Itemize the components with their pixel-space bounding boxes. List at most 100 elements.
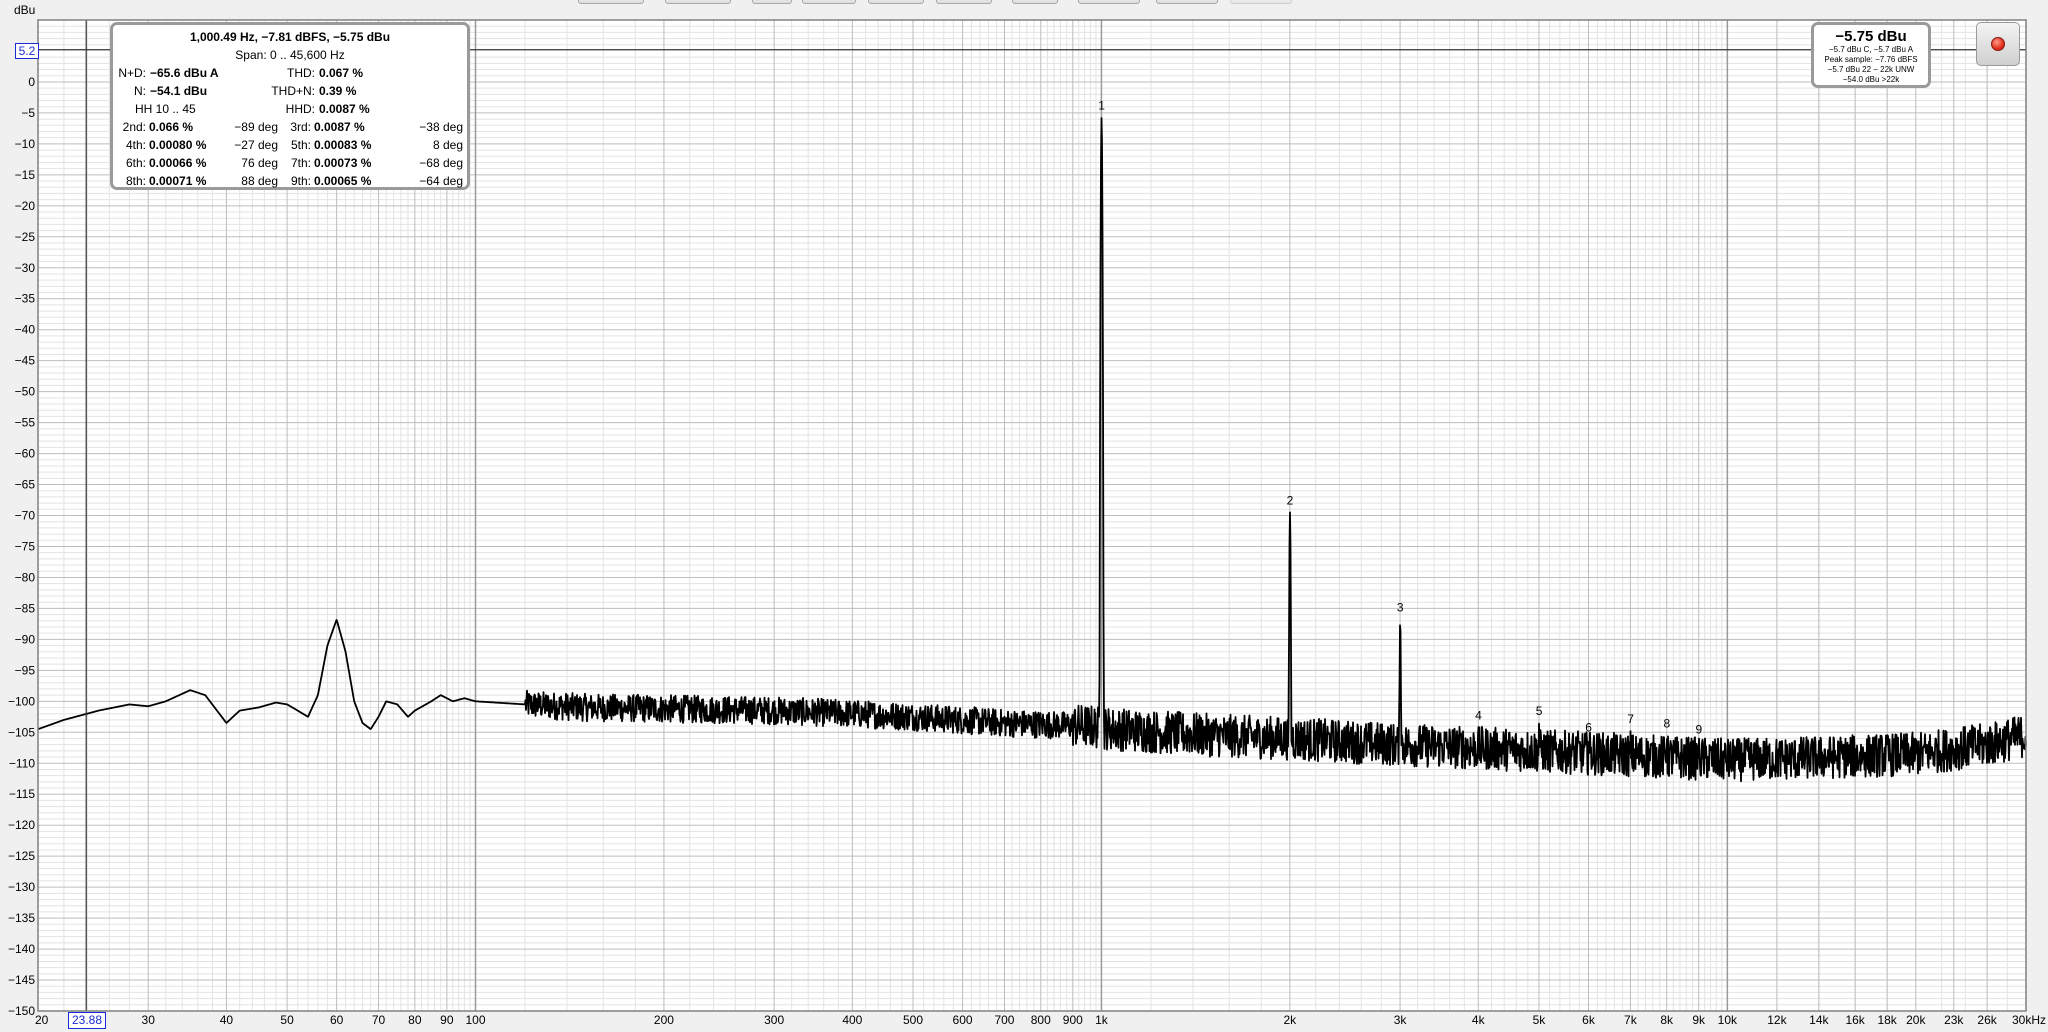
x-tick-label: 6k (1582, 1013, 1596, 1027)
measurement-label: HHD: (285, 102, 315, 116)
harmonic-marker-label: 1 (1098, 99, 1105, 113)
fundamental-readout: 1,000.49 Hz, −7.81 dBFS, −5.75 dBu (189, 30, 391, 44)
record-icon (1991, 37, 2005, 51)
harmonic-marker-label: 9 (1696, 723, 1703, 737)
y-tick-label: −5 (21, 106, 35, 120)
y-tick-label: −65 (15, 478, 36, 492)
x-tick-label: 50 (280, 1013, 294, 1027)
x-tick-label: 80 (408, 1013, 422, 1027)
x-tick-label: 8k (1660, 1013, 1674, 1027)
x-tick-label: 9k (1692, 1013, 1706, 1027)
y-tick-label: −40 (15, 323, 36, 337)
measurement-label: N+D: (118, 66, 146, 80)
toolbar-button[interactable] (936, 0, 992, 4)
record-button[interactable] (1976, 22, 2020, 66)
toolbar-button[interactable] (578, 0, 644, 4)
harmonic-phase: −68 deg (419, 156, 463, 170)
measurement-label: THD: (287, 66, 315, 80)
x-tick-label: 20 (35, 1013, 49, 1027)
x-tick-label: 5k (1533, 1013, 1547, 1027)
y-tick-label: −45 (15, 354, 36, 368)
toolbar-button[interactable] (1012, 0, 1058, 4)
harmonic-row: 6th: 0.00066 % 76 deg 7th: 0.00073 % −68… (113, 155, 467, 172)
toolbar-button[interactable] (802, 0, 856, 4)
y-tick-label: −140 (8, 942, 35, 956)
y-tick-label: −50 (15, 385, 36, 399)
level-line: −54.0 dBu >22k (1842, 75, 1900, 84)
measurement-row: HH 10 .. 45 HHD: 0.0087 % (113, 101, 467, 118)
x-tick-label: 30kHz (2012, 1013, 2046, 1027)
y-tick-label: −20 (15, 199, 36, 213)
x-tick-label: 10k (1718, 1013, 1738, 1027)
toolbar-button[interactable] (868, 0, 924, 4)
x-tick-label: 200 (654, 1013, 674, 1027)
measurement-row: N: −54.1 dBu THD+N: 0.39 % (113, 83, 467, 100)
y-tick-label: −125 (8, 849, 35, 863)
harmonic-marker-label: 4 (1475, 708, 1482, 722)
level-main-readout: −5.75 dBu (1835, 28, 1907, 45)
x-tick-label: 26k (1977, 1013, 1997, 1027)
cursor-y-readout[interactable]: 5.2 (15, 43, 39, 59)
y-tick-label: −30 (15, 261, 36, 275)
x-tick-label: 800 (1031, 1013, 1051, 1027)
harmonic-phase: 8 deg (432, 138, 463, 152)
y-tick-label: −95 (15, 663, 36, 677)
y-tick-label: −110 (9, 756, 35, 770)
y-tick-label: −35 (15, 292, 36, 306)
x-tick-label: 60 (330, 1013, 344, 1027)
cursor-x-readout[interactable]: 23.88 (68, 1012, 106, 1029)
toolbar-button[interactable] (1230, 0, 1292, 4)
x-tick-label: 20k (1906, 1013, 1926, 1027)
y-tick-label: −25 (15, 230, 36, 244)
y-tick-label: −135 (8, 911, 35, 925)
x-tick-label: 600 (953, 1013, 973, 1027)
measurement-row: N+D: −65.6 dBu A THD: 0.067 % (113, 65, 467, 82)
harmonic-phase: 76 deg (241, 156, 278, 170)
toolbar-button[interactable] (1078, 0, 1140, 4)
harmonic-phase: −64 deg (419, 174, 463, 188)
x-tick-label: 300 (764, 1013, 784, 1027)
x-tick-label: 700 (994, 1013, 1014, 1027)
harmonic-marker-label: 8 (1663, 716, 1670, 730)
harmonic-label: 7th: (290, 156, 311, 170)
y-tick-label: −75 (15, 539, 36, 553)
harmonic-marker-label: 7 (1627, 712, 1634, 726)
harmonic-row: 8th: 0.00071 % 88 deg 9th: 0.00065 % −64… (113, 173, 467, 190)
toolbar-button[interactable] (1156, 0, 1218, 4)
harmonic-marker-label: 6 (1585, 721, 1592, 735)
harmonic-phase: −38 deg (419, 120, 463, 134)
x-tick-label: 23k (1944, 1013, 1964, 1027)
distortion-header: 1,000.49 Hz, −7.81 dBFS, −5.75 dBu (113, 29, 467, 46)
level-panel: −5.75 dBu −5.7 dBu C, −5.7 dBu A Peak sa… (1811, 22, 1931, 88)
harmonic-value: 0.00071 % (149, 174, 207, 188)
x-tick-label: 400 (842, 1013, 862, 1027)
y-tick-label: −10 (15, 137, 36, 151)
harmonic-marker-label: 2 (1287, 493, 1294, 507)
harmonic-label: 8th: (125, 174, 146, 188)
toolbar-button[interactable] (665, 0, 731, 4)
harmonic-row: 2nd: 0.066 % −89 deg 3rd: 0.0087 % −38 d… (113, 119, 467, 136)
harmonic-label: 3rd: (290, 120, 311, 134)
y-tick-label: −120 (8, 818, 35, 832)
toolbar-button[interactable] (752, 0, 792, 4)
y-tick-label: −70 (15, 509, 36, 523)
x-tick-label: 90 (440, 1013, 454, 1027)
harmonic-value: 0.00080 % (149, 138, 207, 152)
harmonic-label: 9th: (290, 174, 311, 188)
x-tick-label: 100 (465, 1013, 485, 1027)
y-tick-label: −145 (8, 973, 35, 987)
harmonic-value: 0.00083 % (314, 138, 372, 152)
x-tick-label: 3k (1394, 1013, 1408, 1027)
harmonic-label: 6th: (125, 156, 146, 170)
y-tick-labels: 0 −5 −10 −15 −20 −25 −30 −35 −40 −45 −50 −55 −60 −65 −… (8, 75, 35, 1018)
measurement-value: −54.1 dBu (150, 84, 208, 98)
y-tick-label: −80 (15, 570, 36, 584)
y-axis-label: dBu (14, 3, 35, 17)
harmonic-phase: −89 deg (234, 120, 278, 134)
x-tick-label: 7k (1624, 1013, 1638, 1027)
x-tick-label: 2k (1284, 1013, 1298, 1027)
level-line: −5.7 dBu C, −5.7 dBu A (1828, 45, 1914, 54)
harmonic-value: 0.00065 % (314, 174, 372, 188)
harmonic-value: 0.066 % (149, 120, 194, 134)
y-tick-label: −150 (8, 1004, 35, 1018)
